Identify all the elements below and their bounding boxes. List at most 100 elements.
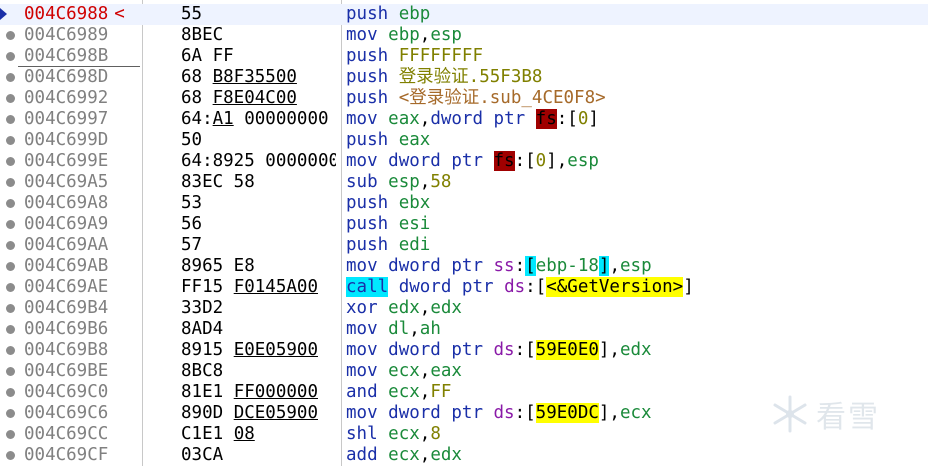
disassembly-instruction[interactable]: mov dword ptr fs:[0],esp: [346, 151, 599, 172]
disasm-row[interactable]: 004C69BE 8BC8 mov ecx,eax: [0, 361, 928, 382]
address-cell[interactable]: 004C69B6: [24, 319, 108, 340]
breakpoint-gutter[interactable]: [0, 256, 20, 277]
disasm-row[interactable]: 004C69CF 03CA add ecx,edx: [0, 445, 928, 466]
breakpoint-gutter[interactable]: [0, 193, 20, 214]
breakpoint-dot-icon: [6, 346, 15, 355]
address-cell[interactable]: 004C69B8: [24, 340, 108, 361]
disasm-row[interactable]: 004C6988 < 55 push ebp: [0, 4, 928, 25]
breakpoint-gutter[interactable]: [0, 214, 20, 235]
disassembly-instruction[interactable]: push edi: [346, 235, 430, 256]
disasm-row[interactable]: 004C6989 8BEC mov ebp,esp: [0, 25, 928, 46]
address-cell[interactable]: 004C699E: [24, 151, 108, 172]
breakpoint-gutter[interactable]: [0, 298, 20, 319]
disasm-row[interactable]: 004C69B8 8915 E0E05900 mov dword ptr ds:[5…: [0, 340, 928, 361]
address-cell[interactable]: 004C698B: [24, 46, 108, 67]
breakpoint-gutter[interactable]: [0, 361, 20, 382]
address-cell[interactable]: 004C69CC: [24, 424, 108, 445]
breakpoint-gutter[interactable]: [0, 151, 20, 172]
token-register: ecx: [388, 382, 420, 402]
address-cell[interactable]: 004C69CF: [24, 445, 108, 466]
breakpoint-gutter[interactable]: [0, 67, 20, 88]
disassembly-instruction[interactable]: push eax: [346, 130, 430, 151]
disassembly-instruction[interactable]: mov ebp,esp: [346, 25, 462, 46]
breakpoint-gutter[interactable]: [0, 403, 20, 424]
address-cell[interactable]: 004C69C0: [24, 382, 108, 403]
disasm-row[interactable]: 004C698B 6A FF push FFFFFFFF: [0, 46, 928, 67]
disasm-row[interactable]: 004C699D 50 push eax: [0, 130, 928, 151]
disassembly-instruction[interactable]: mov dword ptr ss:[ebp-18],esp: [346, 256, 652, 277]
disassembly-instruction[interactable]: push <登录验证.sub_4CE0F8>: [346, 88, 606, 109]
disassembly-instruction[interactable]: sub esp,58: [346, 172, 451, 193]
disassembly-instruction[interactable]: shl ecx,8: [346, 424, 441, 445]
disassembly-instruction[interactable]: push ebp: [346, 4, 430, 25]
disassembly-instruction[interactable]: mov dword ptr ds:[59E0DC],ecx: [346, 403, 652, 424]
opcode-fixup-bytes: F0145A00: [233, 277, 318, 297]
disassembly-instruction[interactable]: xor edx,edx: [346, 298, 462, 319]
token-mnemonic: xor: [346, 298, 389, 318]
disassembly-instruction[interactable]: mov dword ptr ds:[59E0E0],edx: [346, 340, 652, 361]
disassembly-instruction[interactable]: push esi: [346, 214, 430, 235]
opcode-bytes: FF15 F0145A00: [181, 277, 336, 298]
address-cell[interactable]: 004C69BE: [24, 361, 108, 382]
address-cell[interactable]: 004C698D: [24, 67, 108, 88]
breakpoint-gutter[interactable]: [0, 172, 20, 193]
disassembly-instruction[interactable]: push ebx: [346, 193, 430, 214]
breakpoint-gutter[interactable]: [0, 340, 20, 361]
address-cell[interactable]: 004C69C6: [24, 403, 108, 424]
breakpoint-gutter[interactable]: [0, 235, 20, 256]
address-cell[interactable]: 004C6988 <: [24, 4, 125, 25]
disassembly-instruction[interactable]: push FFFFFFFF: [346, 46, 483, 67]
breakpoint-gutter[interactable]: [0, 88, 20, 109]
address-cell[interactable]: 004C69A8: [24, 193, 108, 214]
address-cell[interactable]: 004C6997: [24, 109, 108, 130]
disassembly-instruction[interactable]: push 登录验证.55F3B8: [346, 67, 542, 88]
breakpoint-gutter[interactable]: [0, 445, 20, 466]
token-label: <登录验证.sub_4CE0F8>: [398, 88, 606, 108]
disasm-row[interactable]: 004C69AB 8965 E8 mov dword ptr ss:[ebp-18]…: [0, 256, 928, 277]
opcode-bytes: 8965 E8: [181, 256, 336, 277]
address-cell[interactable]: 004C69A9: [24, 214, 108, 235]
breakpoint-gutter[interactable]: [0, 130, 20, 151]
token-mnemonic: call: [346, 277, 389, 297]
breakpoint-gutter[interactable]: [0, 4, 20, 25]
address-cell[interactable]: 004C69B4: [24, 298, 108, 319]
breakpoint-gutter[interactable]: [0, 424, 20, 445]
opcode-bytes-text: 55: [181, 4, 203, 24]
disasm-row[interactable]: 004C69AE FF15 F0145A00 call dword ptr ds:[…: [0, 277, 928, 298]
disasm-row[interactable]: 004C69B4 33D2 xor edx,edx: [0, 298, 928, 319]
disasm-row[interactable]: 004C6997 64:A1 00000000 mov eax,dword ptr …: [0, 109, 928, 130]
address-cell[interactable]: 004C69AA: [24, 235, 108, 256]
breakpoint-gutter[interactable]: [0, 382, 20, 403]
disasm-row[interactable]: 004C69A9 56 push esi: [0, 214, 928, 235]
disasm-row[interactable]: 004C69A8 53 push ebx: [0, 193, 928, 214]
disassembly-instruction[interactable]: add ecx,edx: [346, 445, 462, 466]
opcode-bytes: 8BEC: [181, 25, 336, 46]
breakpoint-gutter[interactable]: [0, 25, 20, 46]
disasm-row[interactable]: 004C699E 64:8925 00000000 mov dword ptr fs…: [0, 151, 928, 172]
token-mnemonic: sub: [346, 172, 389, 192]
breakpoint-gutter[interactable]: [0, 277, 20, 298]
address-cell[interactable]: 004C699D: [24, 130, 108, 151]
disasm-row[interactable]: 004C698D 68 B8F35500 push 登录验证.55F3B8: [0, 67, 928, 88]
token-mnemonic: mov: [346, 319, 389, 339]
disassembly-instruction[interactable]: mov ecx,eax: [346, 361, 462, 382]
disasm-row[interactable]: 004C6992 68 F8E04C00 push <登录验证.sub_4CE0F8…: [0, 88, 928, 109]
disassembly-instruction[interactable]: mov dl,ah: [346, 319, 441, 340]
address-cell[interactable]: 004C69AB: [24, 256, 108, 277]
disasm-row[interactable]: 004C69B6 8AD4 mov dl,ah: [0, 319, 928, 340]
breakpoint-gutter[interactable]: [0, 319, 20, 340]
address-cell[interactable]: 004C69AE: [24, 277, 108, 298]
address-cell[interactable]: 004C6992: [24, 88, 108, 109]
disasm-row[interactable]: 004C69AA 57 push edi: [0, 235, 928, 256]
breakpoint-gutter[interactable]: [0, 109, 20, 130]
opcode-fixup-bytes: B8F35500: [212, 67, 297, 87]
address-cell[interactable]: 004C6989: [24, 25, 108, 46]
token-register: ecx: [388, 424, 420, 444]
address-cell[interactable]: 004C69A5: [24, 172, 108, 193]
disassembly-instruction[interactable]: call dword ptr ds:[<&GetVersion>]: [346, 277, 694, 298]
breakpoint-gutter[interactable]: [0, 46, 20, 67]
disassembly-instruction[interactable]: and ecx,FF: [346, 382, 451, 403]
disassembly-instruction[interactable]: mov eax,dword ptr fs:[0]: [346, 109, 599, 130]
disasm-row[interactable]: 004C69A5 83EC 58 sub esp,58: [0, 172, 928, 193]
address-text: 004C69AA: [24, 235, 109, 255]
